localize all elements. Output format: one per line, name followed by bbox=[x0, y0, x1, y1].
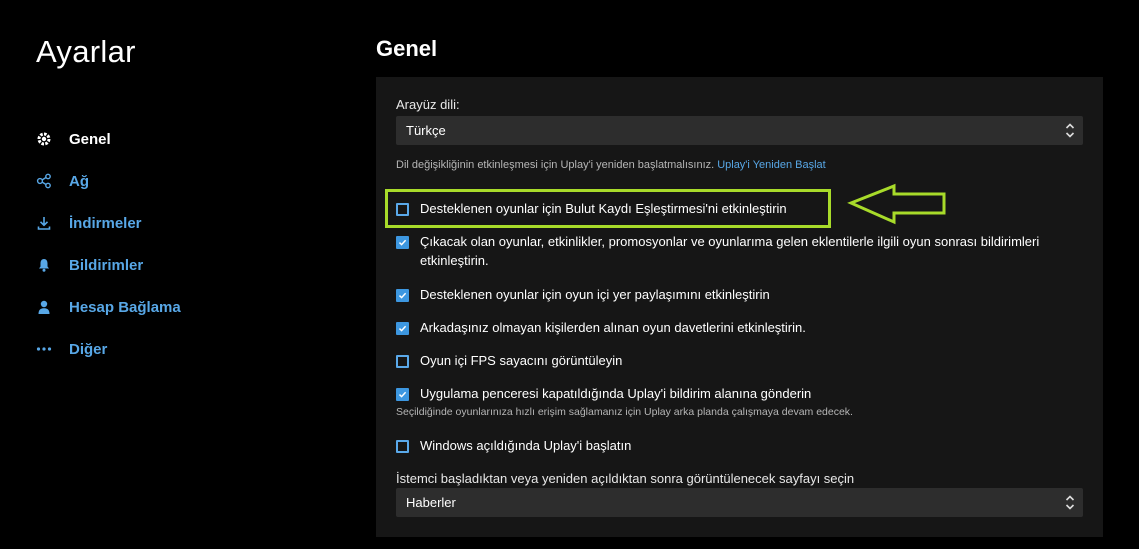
sidebar-item-hesap-baglama[interactable]: Hesap Bağlama bbox=[36, 286, 336, 328]
language-select-value: Türkçe bbox=[406, 123, 446, 138]
start-page-label: İstemci başladıktan veya yeniden açıldık… bbox=[396, 471, 855, 486]
option-minimize-to-tray: Uygulama penceresi kapatıldığında Uplay'… bbox=[396, 386, 1083, 403]
ellipsis-icon bbox=[36, 341, 52, 357]
start-page-select-value: Haberler bbox=[406, 495, 456, 510]
option-launch-on-startup: Windows açıldığında Uplay'i başlatın bbox=[396, 438, 1083, 455]
option-label: Uygulama penceresi kapatıldığında Uplay'… bbox=[420, 386, 812, 401]
checkbox[interactable] bbox=[396, 203, 409, 216]
restart-link[interactable]: Uplay'i Yeniden Başlat bbox=[717, 159, 826, 171]
option-label: Oyun içi FPS sayacını görüntüleyin bbox=[420, 353, 623, 368]
checkbox[interactable] bbox=[396, 322, 409, 335]
page-title: Ayarlar bbox=[36, 34, 136, 69]
option-label: Çıkacak olan oyunlar, etkinlikler, promo… bbox=[420, 234, 1040, 268]
network-icon bbox=[36, 173, 52, 189]
option-label: Desteklenen oyunlar için Bulut Kaydı Eşl… bbox=[420, 201, 787, 216]
sidebar-item-label: Hesap Bağlama bbox=[69, 298, 181, 316]
sidebar-item-genel[interactable]: Genel bbox=[36, 118, 336, 160]
sidebar-item-diger[interactable]: Diğer bbox=[36, 328, 336, 370]
bell-icon bbox=[36, 257, 52, 273]
start-page-select[interactable]: Haberler bbox=[396, 488, 1083, 517]
section-title: Genel bbox=[376, 36, 438, 61]
sidebar-item-ag[interactable]: Ağ bbox=[36, 160, 336, 202]
option-minimize-to-tray-description: Seçildiğinde oyunlarınıza hızlı erişim s… bbox=[396, 406, 853, 418]
select-chevron-icon bbox=[1065, 122, 1075, 139]
checkbox[interactable] bbox=[396, 236, 409, 249]
option-game-invites: Arkadaşınız olmayan kişilerden alınan oy… bbox=[396, 320, 1083, 337]
sidebar-item-label: Genel bbox=[69, 130, 111, 148]
option-fps-counter: Oyun içi FPS sayacını görüntüleyin bbox=[396, 353, 1083, 370]
checkmark-icon bbox=[398, 292, 407, 299]
checkbox[interactable] bbox=[396, 355, 409, 368]
checkbox[interactable] bbox=[396, 440, 409, 453]
option-in-game-overlay: Desteklenen oyunlar için oyun içi yer pa… bbox=[396, 287, 1083, 304]
sidebar-item-label: İndirmeler bbox=[69, 214, 142, 232]
option-cloud-save-sync: Desteklenen oyunlar için Bulut Kaydı Eşl… bbox=[396, 201, 1083, 218]
language-label: Arayüz dili: bbox=[396, 97, 460, 112]
sidebar-item-label: Ağ bbox=[69, 172, 89, 190]
language-hint: Dil değişikliğinin etkinleşmesi için Upl… bbox=[396, 159, 826, 171]
checkbox[interactable] bbox=[396, 388, 409, 401]
checkmark-icon bbox=[398, 391, 407, 398]
pointer-arrow-icon bbox=[847, 183, 946, 225]
download-icon bbox=[36, 215, 52, 231]
option-label: Arkadaşınız olmayan kişilerden alınan oy… bbox=[420, 320, 806, 335]
sidebar-item-indirmeler[interactable]: İndirmeler bbox=[36, 202, 336, 244]
sidebar-item-label: Diğer bbox=[69, 340, 108, 358]
option-label: Desteklenen oyunlar için oyun içi yer pa… bbox=[420, 287, 770, 302]
checkbox[interactable] bbox=[396, 289, 409, 302]
option-post-game-notifications: Çıkacak olan oyunlar, etkinlikler, promo… bbox=[396, 234, 1083, 270]
user-icon bbox=[36, 299, 52, 315]
checkmark-icon bbox=[398, 325, 407, 332]
gear-icon bbox=[36, 131, 52, 147]
select-chevron-icon bbox=[1065, 494, 1075, 511]
sidebar: Genel Ağ İndirmeler Bildirimler Hesap Ba… bbox=[36, 118, 336, 370]
sidebar-item-label: Bildirimler bbox=[69, 256, 144, 274]
language-select[interactable]: Türkçe bbox=[396, 116, 1083, 145]
sidebar-item-bildirimler[interactable]: Bildirimler bbox=[36, 244, 336, 286]
option-label: Windows açıldığında Uplay'i başlatın bbox=[420, 438, 632, 453]
language-hint-text: Dil değişikliğinin etkinleşmesi için Upl… bbox=[396, 159, 715, 171]
checkmark-icon bbox=[398, 239, 407, 246]
settings-panel: Arayüz dili: Türkçe Dil değişikliğinin e… bbox=[376, 77, 1103, 537]
